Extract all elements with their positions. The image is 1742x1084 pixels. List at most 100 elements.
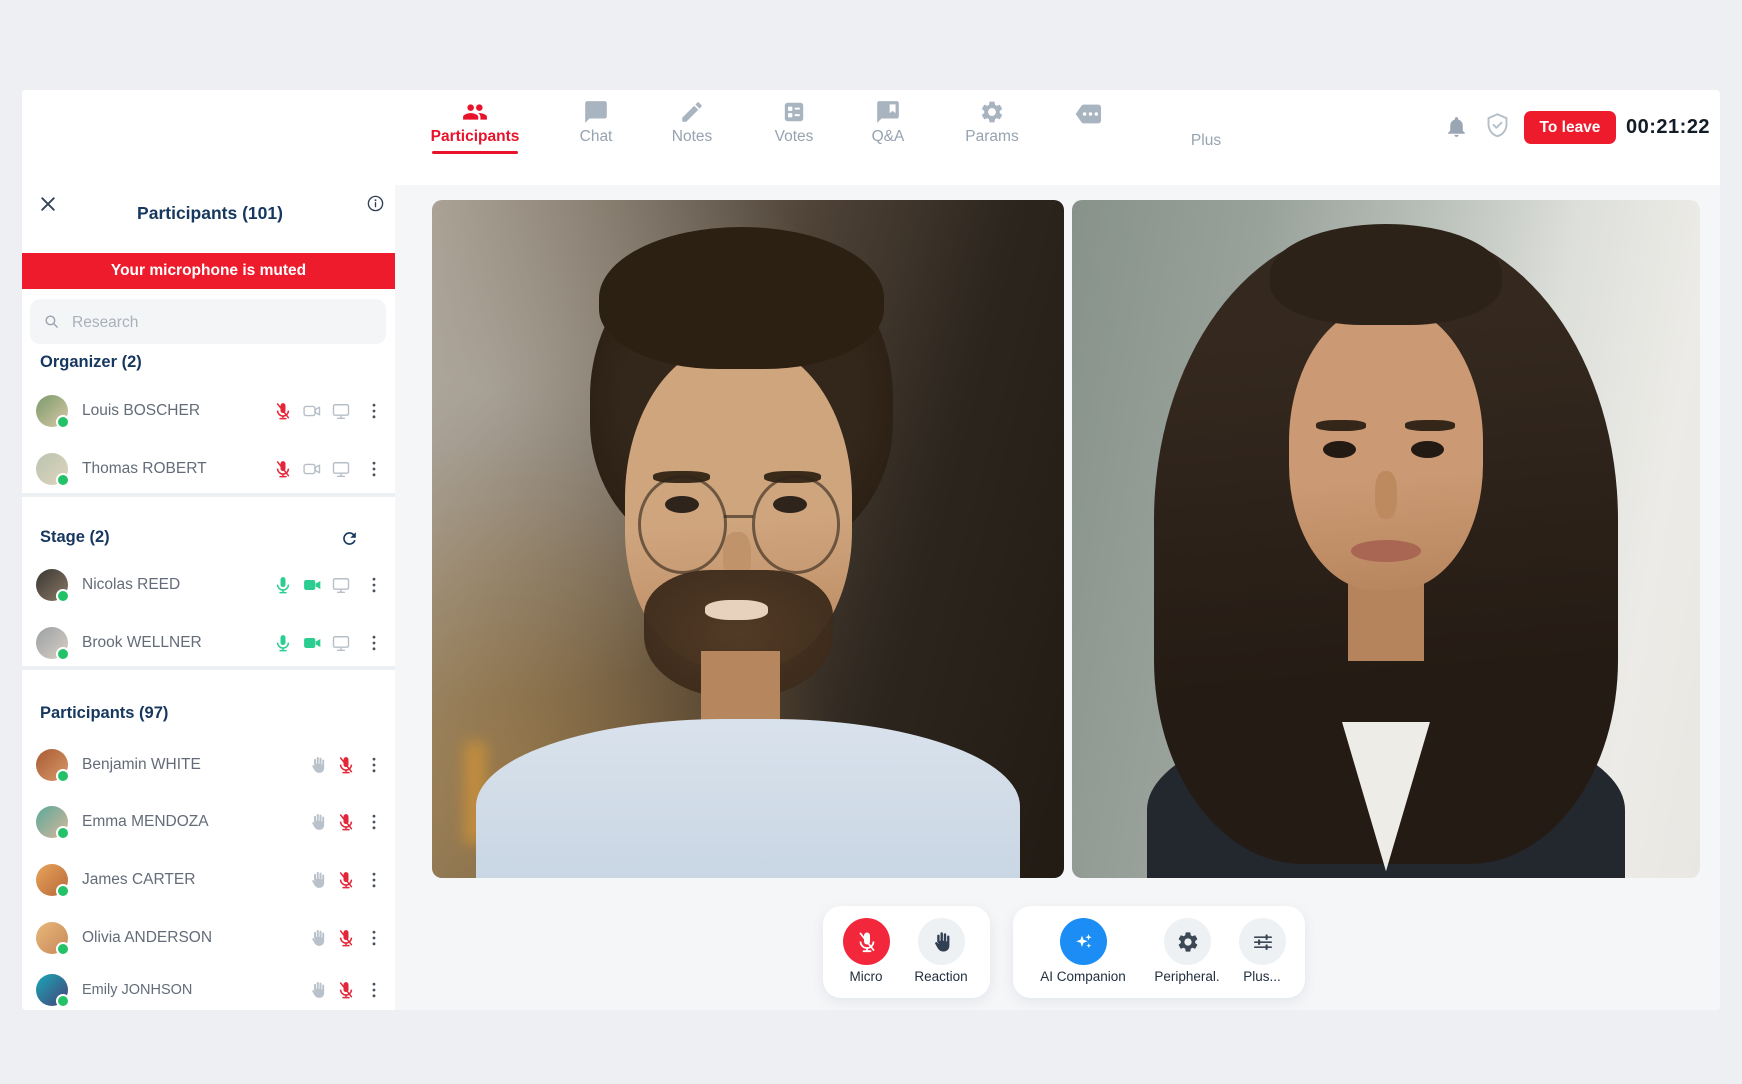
online-status-dot — [56, 826, 70, 840]
more-options-icon[interactable] — [364, 401, 384, 421]
more-options-icon[interactable] — [364, 980, 384, 1000]
meeting-app: Participants Chat Notes Votes Q&A Params… — [0, 0, 1742, 1084]
glasses-left-lens — [638, 475, 726, 573]
camera-on-icon[interactable] — [302, 575, 322, 595]
more-tools-button[interactable] — [1239, 918, 1286, 965]
tab-label: Q&A — [833, 128, 943, 146]
more-options-icon[interactable] — [364, 575, 384, 595]
tab-participants[interactable]: Participants — [420, 99, 530, 146]
mic-muted-icon[interactable] — [336, 980, 356, 1000]
info-icon[interactable] — [366, 194, 385, 213]
mic-on-icon[interactable] — [273, 575, 293, 595]
participant-name: Olivia ANDERSON — [82, 910, 212, 966]
refresh-icon[interactable] — [340, 529, 359, 548]
screen-share-icon[interactable] — [331, 401, 351, 421]
person-shirt — [476, 719, 1020, 878]
panel-title: Participants (101) — [90, 203, 330, 224]
raised-hand-icon — [930, 930, 954, 954]
online-status-dot — [56, 473, 70, 487]
avatar — [36, 569, 68, 601]
tab-plus-label[interactable]: Plus — [1166, 132, 1246, 150]
tools-group: AI Companion Peripheral. Plus... — [1013, 906, 1305, 998]
participant-row: Brook WELLNER — [22, 615, 395, 671]
tab-qa[interactable]: Q&A — [833, 99, 943, 146]
peripherals-button[interactable] — [1164, 918, 1211, 965]
online-status-dot — [56, 769, 70, 783]
search-input[interactable] — [70, 299, 374, 346]
search-icon — [43, 313, 60, 330]
mic-muted-icon[interactable] — [273, 401, 293, 421]
mic-toggle-button[interactable] — [843, 918, 890, 965]
tab-more-tag-icon[interactable] — [1073, 98, 1105, 130]
more-options-icon[interactable] — [364, 870, 384, 890]
camera-off-icon[interactable] — [302, 401, 322, 421]
online-status-dot — [56, 589, 70, 603]
bell-icon[interactable] — [1444, 114, 1469, 139]
app-window: Participants Chat Notes Votes Q&A Params… — [22, 90, 1720, 1010]
mic-muted-icon[interactable] — [336, 755, 356, 775]
section-title-participants: Participants (97) — [40, 704, 168, 723]
more-options-icon[interactable] — [364, 459, 384, 479]
tab-label: Notes — [637, 128, 747, 146]
tab-notes[interactable]: Notes — [637, 99, 747, 146]
tab-params[interactable]: Params — [937, 99, 1047, 146]
more-options-icon[interactable] — [364, 812, 384, 832]
online-status-dot — [56, 994, 70, 1008]
participant-row: Benjamin WHITE — [22, 737, 395, 793]
online-status-dot — [56, 415, 70, 429]
camera-on-icon[interactable] — [302, 633, 322, 653]
participant-row: James CARTER — [22, 852, 395, 908]
ai-companion-button[interactable] — [1060, 918, 1107, 965]
more-options-icon[interactable] — [364, 755, 384, 775]
online-status-dot — [56, 647, 70, 661]
participant-row: Emily JONHSON — [22, 962, 395, 1010]
participant-name: Benjamin WHITE — [82, 737, 201, 793]
participant-row: Thomas ROBERT — [22, 441, 395, 497]
pencil-icon — [679, 99, 705, 125]
more-options-icon[interactable] — [364, 928, 384, 948]
mic-muted-icon[interactable] — [336, 928, 356, 948]
people-icon — [462, 99, 488, 125]
shield-check-icon[interactable] — [1484, 112, 1511, 139]
mic-muted-icon[interactable] — [273, 459, 293, 479]
search-box[interactable] — [30, 299, 386, 344]
screen-share-icon[interactable] — [331, 575, 351, 595]
participants-panel: Participants (101) Your microphone is mu… — [22, 90, 395, 1010]
glasses-right-lens — [752, 475, 840, 573]
tab-label: Params — [937, 128, 1047, 146]
tag-ellipsis-icon — [1073, 98, 1105, 130]
raised-hand-icon[interactable] — [308, 980, 328, 1000]
raised-hand-icon[interactable] — [308, 755, 328, 775]
tab-chat[interactable]: Chat — [541, 99, 651, 146]
participant-name: Thomas ROBERT — [82, 441, 207, 497]
reaction-button-label: Reaction — [901, 969, 981, 984]
screen-share-icon[interactable] — [331, 633, 351, 653]
section-divider — [22, 666, 395, 670]
participant-row: Olivia ANDERSON — [22, 910, 395, 966]
screen-share-icon[interactable] — [331, 459, 351, 479]
sliders-icon — [1251, 930, 1275, 954]
close-icon[interactable] — [38, 194, 58, 214]
avatar — [36, 627, 68, 659]
active-tab-underline — [432, 151, 518, 154]
raised-hand-icon[interactable] — [308, 812, 328, 832]
gear-icon — [979, 99, 1005, 125]
camera-off-icon[interactable] — [302, 459, 322, 479]
avatar — [36, 922, 68, 954]
raised-hand-icon[interactable] — [308, 870, 328, 890]
more-tools-label: Plus... — [1207, 969, 1317, 984]
participant-name: Nicolas REED — [82, 557, 180, 613]
more-options-icon[interactable] — [364, 633, 384, 653]
mic-muted-icon — [855, 930, 879, 954]
raised-hand-icon[interactable] — [308, 928, 328, 948]
reaction-button[interactable] — [918, 918, 965, 965]
mic-muted-icon[interactable] — [336, 812, 356, 832]
online-status-dot — [56, 884, 70, 898]
mic-on-icon[interactable] — [273, 633, 293, 653]
tab-label: Participants — [420, 128, 530, 146]
mic-muted-icon[interactable] — [336, 870, 356, 890]
participant-row: Louis BOSCHER — [22, 383, 395, 439]
mic-button-label: Micro — [826, 969, 906, 984]
participant-name: Emily JONHSON — [82, 962, 192, 1010]
leave-meeting-button[interactable]: To leave — [1524, 111, 1616, 144]
